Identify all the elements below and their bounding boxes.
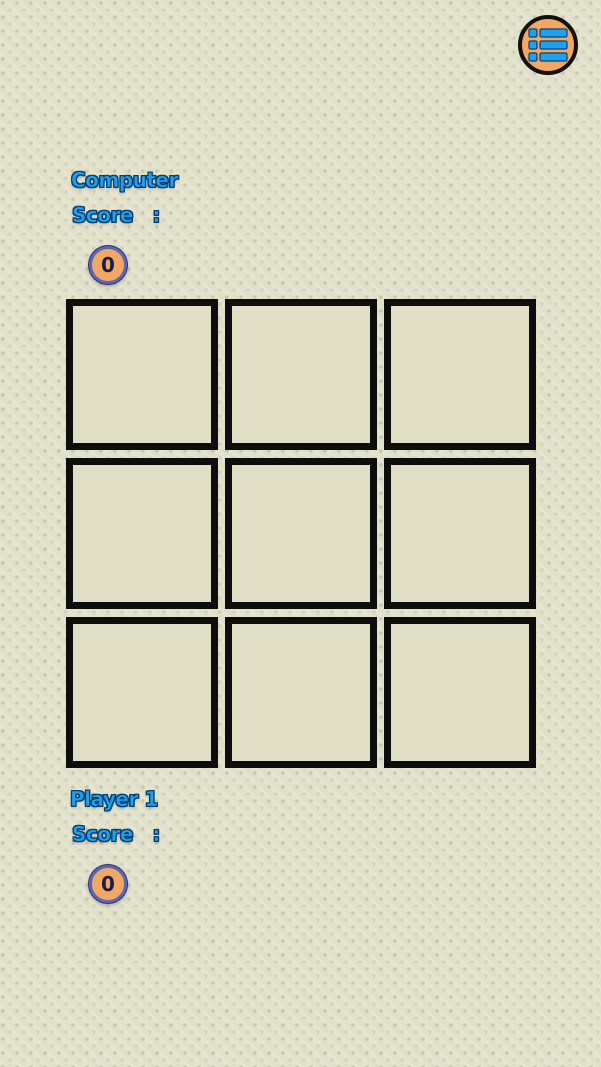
board-cell-8-mark <box>232 624 370 761</box>
board-cell-3-mark <box>391 306 529 443</box>
computer-name-label: Computer <box>71 168 179 193</box>
board-cell-7[interactable] <box>66 617 218 768</box>
player-name-label: Player 1 <box>70 787 159 812</box>
board-cell-2[interactable] <box>225 299 377 450</box>
board-cell-3[interactable] <box>384 299 536 450</box>
game-board <box>66 299 536 769</box>
board-cell-5-mark <box>232 465 370 602</box>
board-cell-5[interactable] <box>225 458 377 609</box>
board-cell-7-mark <box>73 624 211 761</box>
board-cell-9[interactable] <box>384 617 536 768</box>
computer-score-badge: 0 <box>89 246 127 284</box>
board-cell-4-mark <box>73 465 211 602</box>
board-cell-1[interactable] <box>66 299 218 450</box>
board-cell-4[interactable] <box>66 458 218 609</box>
board-cell-1-mark <box>73 306 211 443</box>
menu-button[interactable] <box>518 15 578 75</box>
computer-score-label: Score : <box>72 203 161 228</box>
board-cell-9-mark <box>391 624 529 761</box>
board-cell-6[interactable] <box>384 458 536 609</box>
board-cell-6-mark <box>391 465 529 602</box>
board-cell-2-mark <box>232 306 370 443</box>
player-score-label: Score : <box>72 822 161 847</box>
board-cell-8[interactable] <box>225 617 377 768</box>
list-menu-icon <box>528 28 568 62</box>
player-score-badge: 0 <box>89 865 127 903</box>
